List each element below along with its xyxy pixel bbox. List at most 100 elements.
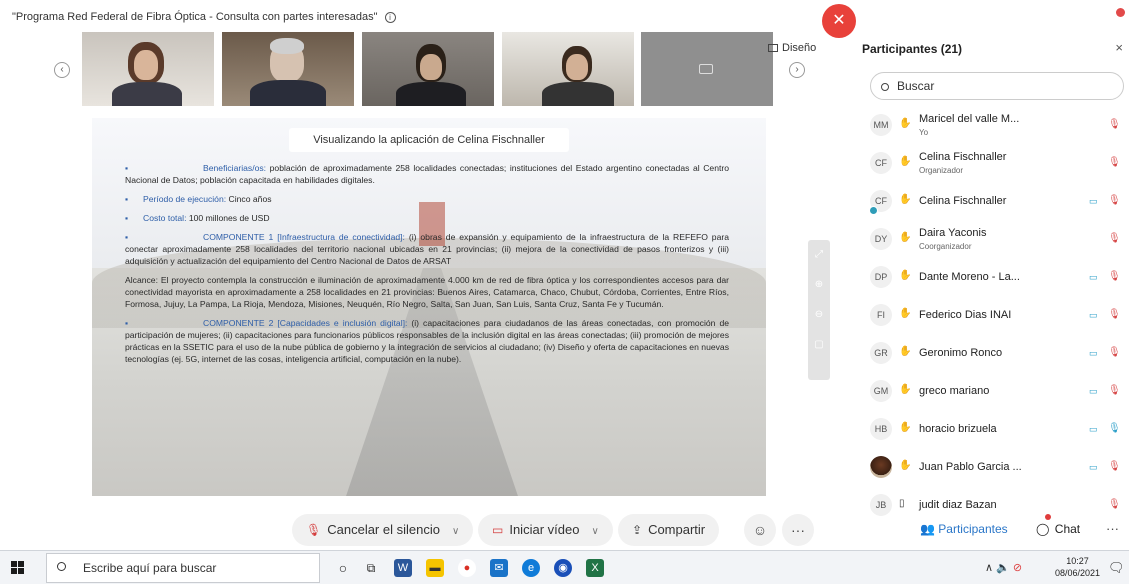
share-icon: ⇪	[632, 523, 643, 537]
zoom-out-icon[interactable]: ⊖	[808, 300, 830, 330]
video-tile[interactable]	[362, 32, 494, 106]
participant-name: judit diaz Bazan	[919, 499, 997, 511]
mic-muted-icon: 🎙	[1108, 119, 1121, 130]
search-icon	[881, 82, 889, 91]
mic-muted-icon: 🎙	[1108, 309, 1121, 320]
mic-muted-icon: 🎙	[1108, 233, 1121, 244]
participant-row[interactable]: CF ✋ Celina Fischnaller Organizador 🎙	[856, 144, 1129, 182]
mic-muted-icon: 🎙	[1108, 461, 1121, 472]
zoom-in-icon[interactable]: ⊕	[808, 270, 830, 300]
layout-button[interactable]: Diseño	[768, 42, 816, 54]
clock-date: 08/06/2021	[1055, 568, 1101, 578]
avatar: FI	[870, 304, 892, 326]
mic-muted-icon: 🎙	[306, 523, 322, 537]
participant-row[interactable]: DP ✋ Dante Moreno - La... ▭ 🎙	[856, 258, 1129, 296]
bullet: ▪	[125, 194, 129, 204]
shared-screen: Visualizando la aplicación de Celina Fis…	[92, 118, 766, 496]
bullet: ▪	[125, 163, 129, 173]
speaker-icon[interactable]: 🔈	[996, 562, 1010, 574]
fit-icon[interactable]: ▢	[808, 330, 830, 360]
leave-meeting-button[interactable]: ✕	[822, 4, 856, 38]
avatar: CF	[870, 152, 892, 174]
expand-icon[interactable]: ⤢	[808, 240, 830, 270]
participant-row[interactable]: GR ✋ Geronimo Ronco ▭ 🎙	[856, 334, 1129, 372]
share-button[interactable]: ⇪ Compartir	[618, 514, 720, 546]
presenter-badge-icon	[869, 206, 878, 215]
unmute-label: Cancelar el silencio	[327, 522, 440, 537]
participant-row[interactable]: GM ✋ greco mariano ▭ 🎙	[856, 372, 1129, 410]
participant-row[interactable]: ✋ Juan Pablo Garcia ... ▭ 🎙	[856, 448, 1129, 486]
participants-tab-button[interactable]: 👥 Participantes	[920, 514, 1008, 544]
video-icon: ▭	[1089, 196, 1098, 206]
video-tile[interactable]	[82, 32, 214, 106]
word-icon[interactable]: W	[394, 559, 412, 577]
participant-row[interactable]: MM ✋ Maricel del valle M... Yo 🎙	[856, 106, 1129, 144]
windows-start-icon[interactable]	[11, 561, 25, 575]
system-tray[interactable]: ∧ 🔈 ⊘	[985, 561, 1022, 574]
mic-icon: 🎙	[1108, 423, 1121, 434]
panel-more-button[interactable]: ···	[1106, 514, 1119, 544]
close-panel-button[interactable]: ×	[1115, 40, 1123, 55]
chat-tab-button[interactable]: ◯ Chat	[1036, 514, 1080, 544]
raise-hand-icon: ✋	[899, 194, 912, 205]
mail-icon[interactable]: ✉	[490, 559, 508, 577]
doc-label: Costo total:	[143, 213, 187, 223]
strip-next-button[interactable]: ›	[789, 62, 805, 78]
file-explorer-icon[interactable]: ▬	[426, 559, 444, 577]
meeting-title: "Programa Red Federal de Fibra Óptica - …	[12, 11, 396, 23]
start-video-button[interactable]: ▭ Iniciar vídeo ∨	[478, 514, 613, 546]
participant-name: Federico Dias INAI	[919, 309, 1012, 321]
doc-paragraph: Alcance: El proyecto contempla la constr…	[125, 274, 729, 310]
strip-prev-button[interactable]: ‹	[54, 62, 70, 78]
participant-search-input[interactable]: Buscar	[870, 72, 1124, 100]
excel-icon[interactable]: X	[586, 559, 604, 577]
video-icon: ▭	[1089, 424, 1098, 434]
taskbar-search-input[interactable]: Escribe aquí para buscar	[46, 553, 320, 583]
bullet: ▪	[125, 318, 129, 328]
avatar: HB	[870, 418, 892, 440]
participant-row[interactable]: FI ✋ Federico Dias INAI ▭ 🎙	[856, 296, 1129, 334]
video-off-icon: ▭	[492, 523, 504, 537]
participants-panel: Participantes (21) × Buscar MM ✋ Maricel d…	[856, 30, 1129, 516]
info-icon[interactable]: i	[384, 11, 396, 23]
chrome-icon[interactable]: ●	[458, 559, 476, 577]
avatar: MM	[870, 114, 892, 136]
edge-icon[interactable]: e	[522, 559, 540, 577]
participant-name: Dante Moreno - La...	[919, 271, 1020, 283]
chevron-down-icon[interactable]: ∨	[452, 526, 459, 537]
clock[interactable]: 10:27 08/06/2021	[1055, 555, 1100, 579]
video-tile[interactable]	[502, 32, 634, 106]
panel-footer: 👥 Participantes ◯ Chat ···	[856, 512, 1129, 548]
raise-hand-icon: ✋	[899, 346, 912, 357]
chevron-up-icon[interactable]: ∧	[985, 562, 993, 574]
video-tile-camera-off[interactable]	[641, 32, 773, 106]
shared-document: ▪ Beneficiarias/os: población de aproxima…	[125, 162, 729, 372]
search-placeholder: Buscar	[897, 79, 935, 93]
raise-hand-icon: ✋	[899, 422, 912, 433]
participant-role: Organizador	[919, 166, 964, 175]
taskbar-search-placeholder: Escribe aquí para buscar	[83, 561, 217, 575]
unmute-button[interactable]: 🎙 Cancelar el silencio ∨	[292, 514, 474, 546]
task-view-icon[interactable]: ⧉	[362, 559, 380, 577]
participant-name: Celina Fischnaller	[919, 151, 1007, 163]
chevron-down-icon[interactable]: ∨	[591, 526, 598, 537]
doc-label: COMPONENTE 2 [Capacidades e inclusión di…	[203, 318, 408, 328]
avatar: DP	[870, 266, 892, 288]
participant-row[interactable]: DY ✋ Daira Yaconis Coorganizador 🎙	[856, 220, 1129, 258]
mic-muted-icon: 🎙	[1108, 347, 1121, 358]
participant-row[interactable]: CF ✋ Celina Fischnaller ▭ 🎙	[856, 182, 1129, 220]
notifications-icon[interactable]: 🗨	[1108, 560, 1125, 576]
network-icon[interactable]: ⊘	[1013, 562, 1022, 574]
participants-icon: 👥	[920, 522, 935, 536]
cortana-icon[interactable]: ○	[334, 559, 352, 577]
video-tile[interactable]	[222, 32, 354, 106]
meeting-controls: 🎙 Cancelar el silencio ∨ ▭ Iniciar vídeo ∨ ⇪…	[0, 510, 850, 550]
reactions-button[interactable]: ☺	[744, 514, 776, 546]
more-options-button[interactable]: ···	[782, 514, 814, 546]
doc-paragraph: ▪ Beneficiarias/os: población de aproxima…	[125, 162, 729, 186]
chat-unread-dot	[1045, 514, 1052, 520]
video-icon: ▭	[1089, 348, 1098, 358]
participant-name: greco mariano	[919, 385, 990, 397]
webex-icon[interactable]: ◉	[554, 559, 572, 577]
participant-row[interactable]: HB ✋ horacio brizuela ▭ 🎙	[856, 410, 1129, 448]
